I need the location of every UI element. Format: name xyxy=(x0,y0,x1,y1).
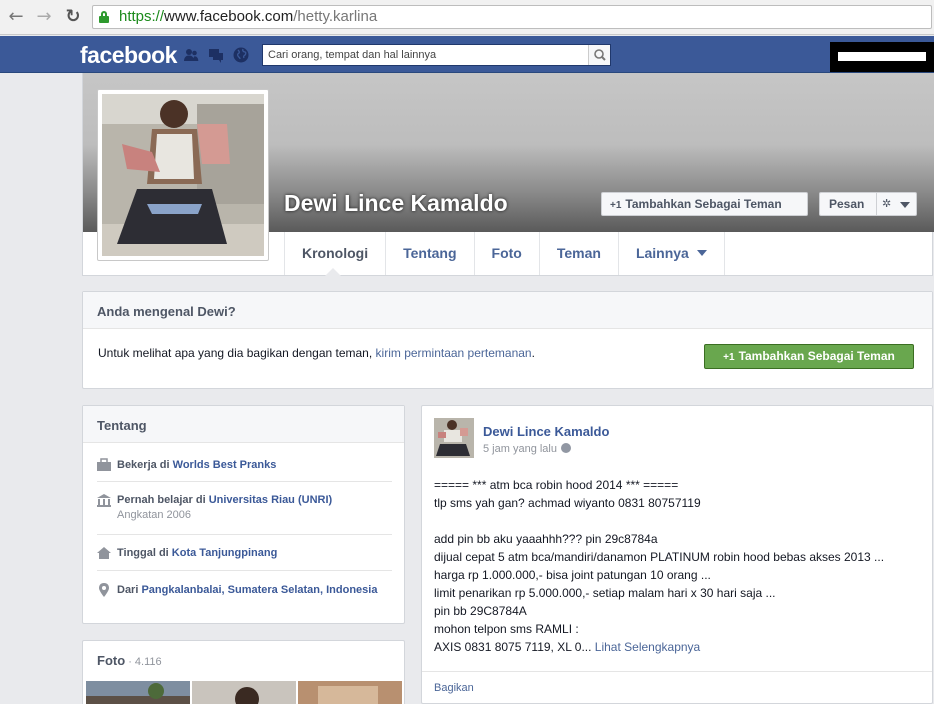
url-host: www.facebook.com xyxy=(164,8,294,25)
about-lives: Tinggal di Kota Tanjungpinang xyxy=(97,546,392,561)
profile-header: Dewi Lince Kamaldo +1 Tambahkan Sebagai T… xyxy=(82,73,934,276)
about-from: Dari Pangkalanbalai, Sumatera Selatan, I… xyxy=(97,583,392,598)
post-line: harga rp 1.000.000,- bisa joint patungan… xyxy=(434,568,711,582)
timeline-post: Dewi Lince Kamaldo 5 jam yang lalu =====… xyxy=(421,405,933,704)
know-this-person-box: Anda mengenal Dewi? Untuk melihat apa ya… xyxy=(82,291,933,389)
photo-thumbnail[interactable] xyxy=(86,681,190,704)
lock-icon xyxy=(99,11,109,23)
post-line: pin bb 29C8784A xyxy=(434,604,527,618)
back-arrow-icon[interactable]: ← xyxy=(6,7,26,27)
tab-more-label: Lainnya xyxy=(635,245,689,261)
from-prefix: Dari xyxy=(117,584,142,596)
about-title[interactable]: Tentang xyxy=(83,406,404,443)
photos-title[interactable]: Foto · 4.116 xyxy=(97,653,162,668)
edu-class-year: Angkatan 2006 xyxy=(117,509,192,521)
know-text-end: . xyxy=(531,346,535,360)
profile-tabs: Kronologi Tentang Foto Teman Lainnya xyxy=(284,232,725,276)
profile-name[interactable]: Dewi Lince Kamaldo xyxy=(284,190,508,217)
photos-title-label: Foto xyxy=(97,653,126,668)
photos-card: Foto · 4.116 xyxy=(82,640,405,704)
url-scheme: https:// xyxy=(119,8,165,25)
edu-prefix: Pernah belajar di xyxy=(117,494,209,506)
work-link[interactable]: Worlds Best Pranks xyxy=(173,459,277,471)
post-body: ===== *** atm bca robin hood 2014 *** ==… xyxy=(434,476,926,656)
know-title: Anda mengenal Dewi? xyxy=(83,292,932,329)
post-line: tlp sms yah gan? achmad wiyanto 0831 807… xyxy=(434,496,701,510)
gear-icon[interactable]: ✲ xyxy=(882,193,891,215)
profile-photo-image xyxy=(102,94,264,256)
search-box[interactable] xyxy=(262,44,611,66)
post-line: mohon telpon sms RAMLI : xyxy=(434,622,579,636)
add-friend-label: Tambahkan Sebagai Teman xyxy=(625,197,782,211)
facebook-logo[interactable]: facebook xyxy=(80,42,177,69)
post-timestamp[interactable]: 5 jam yang lalu xyxy=(483,443,571,455)
share-link[interactable]: Bagikan xyxy=(434,682,474,694)
chevron-down-icon[interactable] xyxy=(900,202,910,208)
tab-about[interactable]: Tentang xyxy=(386,232,475,275)
divider xyxy=(97,570,392,571)
post-line: ​ xyxy=(434,512,926,530)
send-friend-request-link[interactable]: kirim permintaan pertemanan xyxy=(376,346,532,360)
post-last-line: AXIS 0831 8075 7119, XL 0... xyxy=(434,640,595,654)
url-text[interactable]: https://www.facebook.com/hetty.karlina xyxy=(119,8,377,26)
location-pin-icon xyxy=(99,583,109,597)
photos-count: · 4.116 xyxy=(125,656,162,668)
know-text: Untuk melihat apa yang dia bagikan denga… xyxy=(98,346,535,360)
live-link[interactable]: Kota Tanjungpinang xyxy=(172,547,278,559)
divider xyxy=(422,671,932,672)
message-button[interactable]: Pesan xyxy=(829,193,864,215)
post-line: AXIS 0831 8075 7119, XL 0... Lihat Selen… xyxy=(434,638,926,656)
globe-icon xyxy=(561,443,571,453)
message-button-group[interactable]: Pesan ✲ xyxy=(819,192,917,216)
about-education: Pernah belajar di Universitas Riau (UNRI… xyxy=(97,493,392,523)
tab-friends[interactable]: Teman xyxy=(540,232,619,275)
tab-timeline[interactable]: Kronologi xyxy=(284,232,387,276)
home-icon xyxy=(97,547,111,559)
work-prefix: Bekerja di xyxy=(117,459,173,471)
facebook-top-bar: facebook xyxy=(0,36,934,73)
from-link[interactable]: Pangkalanbalai, Sumatera Selatan, Indone… xyxy=(141,584,377,596)
add-friend-green-button[interactable]: +1 Tambahkan Sebagai Teman xyxy=(704,344,914,369)
post-time-text: 5 jam yang lalu xyxy=(483,443,557,455)
about-work: Bekerja di Worlds Best Pranks xyxy=(97,458,392,473)
friend-requests-icon[interactable] xyxy=(183,47,199,63)
photo-thumbnail[interactable] xyxy=(298,681,402,704)
tab-photos[interactable]: Foto xyxy=(475,232,540,275)
messages-icon[interactable] xyxy=(208,47,224,63)
notifications-globe-icon[interactable] xyxy=(233,47,249,63)
post-author-name[interactable]: Dewi Lince Kamaldo xyxy=(483,424,609,439)
edu-link[interactable]: Universitas Riau (UNRI) xyxy=(209,494,332,506)
see-more-link[interactable]: Lihat Selengkapnya xyxy=(595,640,700,654)
chevron-down-icon xyxy=(696,250,707,256)
address-bar[interactable]: https://www.facebook.com/hetty.karlina xyxy=(92,5,932,29)
url-path: /hetty.karlina xyxy=(293,8,378,25)
browser-toolbar: ← → ↻ https://www.facebook.com/hetty.kar… xyxy=(0,0,934,35)
add-friend-green-label: Tambahkan Sebagai Teman xyxy=(738,349,895,363)
tab-more[interactable]: Lainnya xyxy=(619,232,725,275)
post-line: limit penarikan rp 5.000.000,- setiap ma… xyxy=(434,586,776,600)
post-line: ===== *** atm bca robin hood 2014 *** ==… xyxy=(434,478,679,492)
search-icon xyxy=(594,49,606,61)
search-button[interactable] xyxy=(588,45,610,65)
post-line: dijual cepat 5 atm bca/mandiri/danamon P… xyxy=(434,550,885,564)
post-author-avatar[interactable] xyxy=(434,418,474,458)
briefcase-icon xyxy=(97,458,111,471)
about-card: Tentang Bekerja di Worlds Best Pranks Pe… xyxy=(82,405,405,624)
school-icon xyxy=(97,494,111,507)
add-friend-button[interactable]: +1 Tambahkan Sebagai Teman xyxy=(601,192,808,216)
profile-picture[interactable] xyxy=(97,89,269,261)
photo-thumbnail[interactable] xyxy=(192,681,296,704)
divider xyxy=(97,534,392,535)
search-input[interactable] xyxy=(263,45,588,65)
divider xyxy=(97,481,392,482)
live-prefix: Tinggal di xyxy=(117,547,172,559)
post-line: add pin bb aku yaaahhh??? pin 29c8784a xyxy=(434,532,658,546)
reload-icon[interactable]: ↻ xyxy=(63,7,83,27)
know-text-body: Untuk melihat apa yang dia bagikan denga… xyxy=(98,346,376,360)
forward-arrow-icon[interactable]: → xyxy=(34,7,54,27)
redacted-account-area xyxy=(830,42,934,72)
